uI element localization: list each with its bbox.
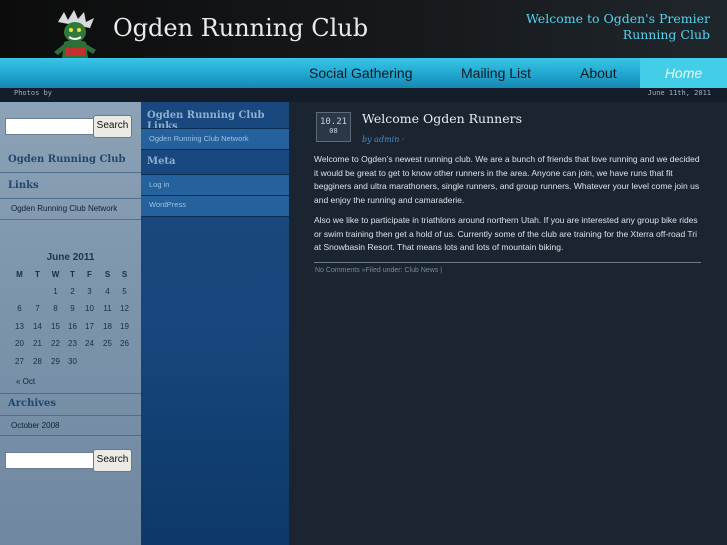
calendar-day: 15 <box>51 322 60 331</box>
calendar-day: 26 <box>120 339 129 348</box>
calendar-day: 16 <box>68 322 77 331</box>
nav-item-about[interactable]: About <box>580 58 617 88</box>
divider <box>0 219 141 220</box>
search-input[interactable] <box>5 118 95 135</box>
photo-credit-bar: Photos by June 11th, 2011 <box>0 88 727 102</box>
calendar-day: 1 <box>53 287 58 296</box>
post-date-day: 10.21 <box>319 117 348 127</box>
calendar-weekday: T <box>35 270 40 279</box>
sidebar-link-network[interactable]: Ogden Running Club Network <box>11 204 117 213</box>
calendar-prev-link[interactable]: « Oct <box>16 377 35 386</box>
calendar-day: 10 <box>85 304 94 313</box>
middle-sidebar: Ogden Running Club Links Ogden Running C… <box>141 102 289 545</box>
sidebar-link-network[interactable]: Ogden Running Club Network <box>149 134 249 143</box>
calendar-day: 7 <box>35 304 40 313</box>
calendar-day: 6 <box>17 304 22 313</box>
calendar-weekday: M <box>16 270 23 279</box>
calendar-weekday: S <box>104 270 111 279</box>
calendar-day: 22 <box>51 339 60 348</box>
calendar-day: 25 <box>103 339 112 348</box>
post-author[interactable]: by admin · <box>362 135 404 144</box>
calendar-day: 24 <box>85 339 94 348</box>
divider <box>0 415 141 416</box>
calendar-day: 13 <box>15 322 24 331</box>
post-footer[interactable]: No Comments »Filed under: Club News | <box>315 267 442 274</box>
post-body: Welcome to Ogden’s newest running club. … <box>314 153 704 262</box>
post-paragraph: Welcome to Ogden’s newest running club. … <box>314 154 700 205</box>
main-content: 10.21 08 Welcome Ogden Runners by admin … <box>289 102 727 545</box>
meta-link-wordpress[interactable]: WordPress <box>149 200 186 209</box>
calendar-day: 27 <box>15 357 24 366</box>
links-heading: Links <box>8 180 39 191</box>
calendar-day: 19 <box>120 322 129 331</box>
calendar-day: 4 <box>105 287 110 296</box>
calendar-title: June 2011 <box>46 252 95 263</box>
post-title[interactable]: Welcome Ogden Runners <box>362 111 522 126</box>
calendar-day: 28 <box>33 357 42 366</box>
calendar-day: 23 <box>68 339 77 348</box>
link-row: Ogden Running Club Network <box>141 129 289 149</box>
calendar-weekday: S <box>121 270 128 279</box>
calendar-weekday: T <box>70 270 75 279</box>
site-header: Ogden Running Club Welcome to Ogden's Pr… <box>0 0 727 80</box>
calendar-day: 30 <box>68 357 77 366</box>
meta-heading: Meta <box>147 156 176 167</box>
calendar-day: 3 <box>87 287 92 296</box>
calendar-day: 18 <box>103 322 112 331</box>
nav-item-social-gathering[interactable]: Social Gathering <box>309 58 413 88</box>
page: Ogden Running Club Welcome to Ogden's Pr… <box>0 0 727 545</box>
calendar-weekday: W <box>51 270 60 279</box>
link-row: WordPress <box>141 196 289 216</box>
calendar-day: 20 <box>15 339 24 348</box>
post-date-badge: 10.21 08 <box>316 112 351 142</box>
divider <box>141 149 289 150</box>
nav-item-home[interactable]: Home <box>640 58 727 88</box>
post-paragraph: Also we like to participate in triathlon… <box>314 215 698 252</box>
link-row: Log in <box>141 175 289 195</box>
meta-link-log-in[interactable]: Log in <box>149 180 169 189</box>
divider <box>141 216 289 217</box>
calendar-day: 5 <box>122 287 127 296</box>
search-input-2[interactable] <box>5 452 95 469</box>
divider <box>0 393 141 394</box>
calendar-day: 21 <box>33 339 42 348</box>
blog-heading: Ogden Running Club <box>8 154 126 165</box>
search-button[interactable]: Search <box>93 115 132 138</box>
nav-item-mailing-list[interactable]: Mailing List <box>461 58 531 88</box>
site-tagline: Welcome to Ogden's Premier Running Club <box>525 11 710 42</box>
search-button-2[interactable]: Search <box>93 449 132 472</box>
calendar-day: 14 <box>33 322 42 331</box>
calendar-day: 29 <box>51 357 60 366</box>
calendar-day: 9 <box>70 304 75 313</box>
current-date: June 11th, 2011 <box>647 89 711 97</box>
calendar-weekday: F <box>87 270 92 279</box>
archive-link-october-2008[interactable]: October 2008 <box>11 421 59 430</box>
calendar-day: 12 <box>120 304 129 313</box>
divider <box>0 172 141 173</box>
calendar-day: 2 <box>70 287 75 296</box>
photos-credit: Photos by <box>14 89 52 97</box>
calendar-day: 8 <box>53 304 58 313</box>
archives-heading: Archives <box>8 398 56 409</box>
divider <box>0 435 141 436</box>
post-divider <box>314 262 701 263</box>
calendar-day: 11 <box>103 304 112 313</box>
main-nav: Social Gathering Mailing List About Home <box>0 58 727 88</box>
site-title[interactable]: Ogden Running Club <box>113 14 368 42</box>
divider <box>0 198 141 199</box>
left-sidebar: Search Ogden Running Club Links Ogden Ru… <box>0 102 141 545</box>
post-date-year: 08 <box>329 127 338 135</box>
calendar-day: 17 <box>85 322 94 331</box>
